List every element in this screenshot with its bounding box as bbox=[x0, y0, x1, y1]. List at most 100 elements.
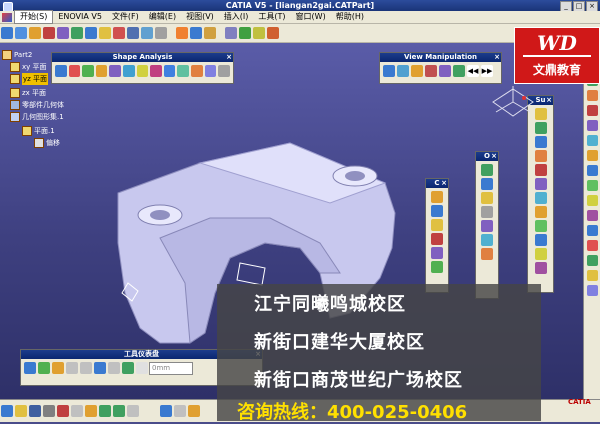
menu-enovia[interactable]: ENOVIA V5 bbox=[53, 11, 107, 23]
loft-icon[interactable] bbox=[534, 206, 547, 218]
redo-icon[interactable] bbox=[113, 405, 125, 417]
menu-edit[interactable]: 编辑(E) bbox=[144, 11, 181, 23]
curve-connect-icon[interactable] bbox=[68, 65, 81, 77]
corner-icon[interactable] bbox=[431, 261, 443, 273]
zoom-out-icon[interactable] bbox=[453, 65, 465, 77]
c-header[interactable]: C × bbox=[426, 179, 448, 188]
menu-file[interactable]: 文件(F) bbox=[107, 11, 144, 23]
porcupine-icon[interactable] bbox=[109, 65, 122, 77]
tool-icon[interactable] bbox=[587, 270, 598, 281]
translate-icon[interactable] bbox=[239, 27, 251, 39]
fill-icon[interactable] bbox=[534, 192, 547, 204]
tool-icon[interactable] bbox=[587, 135, 598, 146]
menu-tools[interactable]: 工具(T) bbox=[253, 11, 290, 23]
o-panel[interactable]: O × bbox=[475, 151, 499, 299]
close-icon[interactable]: × bbox=[494, 53, 500, 62]
previous-view-icon[interactable]: ◀◀ bbox=[467, 65, 479, 77]
sketcher-icon[interactable] bbox=[1, 27, 13, 39]
distance-analysis-icon[interactable] bbox=[123, 65, 135, 77]
tree-item-yz[interactable]: yz 平面 bbox=[10, 73, 49, 85]
spline-icon[interactable] bbox=[431, 205, 443, 217]
compass-icon[interactable] bbox=[488, 84, 538, 124]
menu-help[interactable]: 帮助(H) bbox=[331, 11, 369, 23]
material-icon[interactable] bbox=[94, 362, 106, 374]
view-manipulation-panel[interactable]: View Manipulation × ◀◀ ▶▶ bbox=[379, 52, 502, 84]
hide-show-icon[interactable] bbox=[52, 362, 64, 374]
compass-icon[interactable] bbox=[108, 362, 120, 374]
shape-analysis-header[interactable]: Shape Analysis × bbox=[52, 53, 233, 62]
close-icon[interactable]: × bbox=[546, 96, 552, 105]
conic-icon[interactable] bbox=[431, 247, 443, 259]
connect-checker-icon[interactable] bbox=[55, 65, 67, 77]
symmetry-icon[interactable] bbox=[267, 27, 279, 39]
offset-surface-icon[interactable] bbox=[534, 164, 547, 176]
paste-icon[interactable] bbox=[85, 405, 97, 417]
c-panel[interactable]: C × bbox=[425, 178, 449, 293]
render-icon[interactable] bbox=[122, 362, 134, 374]
circle-icon[interactable] bbox=[431, 191, 443, 203]
tree-item-geoset[interactable]: 几何图形集.1 bbox=[10, 111, 64, 123]
tree-root[interactable]: Part2 bbox=[2, 49, 32, 61]
menu-start[interactable]: 开始(S) bbox=[14, 10, 54, 24]
shaft-icon[interactable] bbox=[43, 27, 55, 39]
grid-icon[interactable] bbox=[80, 362, 92, 374]
catalog-icon[interactable] bbox=[188, 405, 200, 417]
su-panel[interactable]: Su × bbox=[527, 95, 554, 293]
tool-icon[interactable] bbox=[587, 150, 598, 161]
surface-curvature-icon[interactable] bbox=[95, 65, 108, 77]
zoom-in-icon[interactable] bbox=[439, 65, 451, 77]
cut-icon[interactable] bbox=[57, 405, 69, 417]
hole-icon[interactable] bbox=[71, 27, 83, 39]
pocket-icon[interactable] bbox=[29, 27, 41, 39]
undo-icon[interactable] bbox=[99, 405, 111, 417]
rotate-view-icon[interactable] bbox=[425, 65, 437, 77]
fillet-icon[interactable] bbox=[99, 27, 111, 39]
menu-view[interactable]: 视图(V) bbox=[181, 11, 219, 23]
draft-icon[interactable] bbox=[127, 27, 139, 39]
tree-item-zx[interactable]: zx 平面 bbox=[10, 87, 46, 99]
axis-system-icon[interactable] bbox=[190, 27, 202, 39]
view-manipulation-header[interactable]: View Manipulation × bbox=[380, 53, 501, 62]
close-icon[interactable]: × bbox=[491, 152, 497, 161]
sew-surface-icon[interactable] bbox=[481, 206, 493, 218]
close-icon[interactable]: × bbox=[441, 179, 447, 188]
whats-this-icon[interactable] bbox=[127, 405, 139, 417]
scale-icon[interactable] bbox=[481, 248, 493, 260]
close-icon[interactable]: × bbox=[226, 53, 232, 62]
copy-icon[interactable] bbox=[71, 405, 83, 417]
o-header[interactable]: O × bbox=[476, 152, 498, 161]
comment-icon[interactable] bbox=[174, 405, 186, 417]
axis-icon[interactable] bbox=[38, 362, 50, 374]
rib-icon[interactable] bbox=[85, 27, 97, 39]
cutting-plane-icon[interactable] bbox=[136, 65, 149, 77]
blend-icon[interactable] bbox=[534, 220, 547, 232]
pan-icon[interactable] bbox=[411, 65, 423, 77]
tool-icon[interactable] bbox=[587, 285, 598, 296]
rotate-icon[interactable] bbox=[253, 27, 265, 39]
boolean-icon[interactable] bbox=[225, 27, 237, 39]
split-icon[interactable] bbox=[534, 248, 547, 260]
thickness-icon[interactable] bbox=[155, 27, 167, 39]
environment-mapping-icon[interactable] bbox=[204, 65, 217, 77]
tool-icon[interactable] bbox=[587, 225, 598, 236]
tool-icon[interactable] bbox=[587, 120, 598, 131]
thick-surface-icon[interactable] bbox=[481, 178, 493, 190]
connect-curve-icon[interactable] bbox=[431, 233, 443, 245]
chamfer-icon[interactable] bbox=[113, 27, 125, 39]
join-icon[interactable] bbox=[534, 234, 547, 246]
new-icon[interactable] bbox=[1, 405, 13, 417]
tool-icon[interactable] bbox=[587, 165, 598, 176]
trim-icon[interactable] bbox=[534, 262, 547, 274]
split-part-icon[interactable] bbox=[481, 164, 493, 176]
tool-icon[interactable] bbox=[587, 255, 598, 266]
shape-analysis-panel[interactable]: Shape Analysis × bbox=[51, 52, 234, 84]
helix-icon[interactable] bbox=[431, 219, 443, 231]
shell-icon[interactable] bbox=[141, 27, 153, 39]
pattern-icon[interactable] bbox=[481, 220, 493, 232]
tool-icon[interactable] bbox=[587, 105, 598, 116]
tool-icon[interactable] bbox=[587, 240, 598, 251]
menu-insert[interactable]: 插入(I) bbox=[219, 11, 254, 23]
tool-value-field[interactable]: 0mm bbox=[149, 361, 193, 375]
catia-menu-icon[interactable] bbox=[2, 12, 12, 22]
tree-item-plane1[interactable]: 平面.1 bbox=[22, 125, 55, 137]
